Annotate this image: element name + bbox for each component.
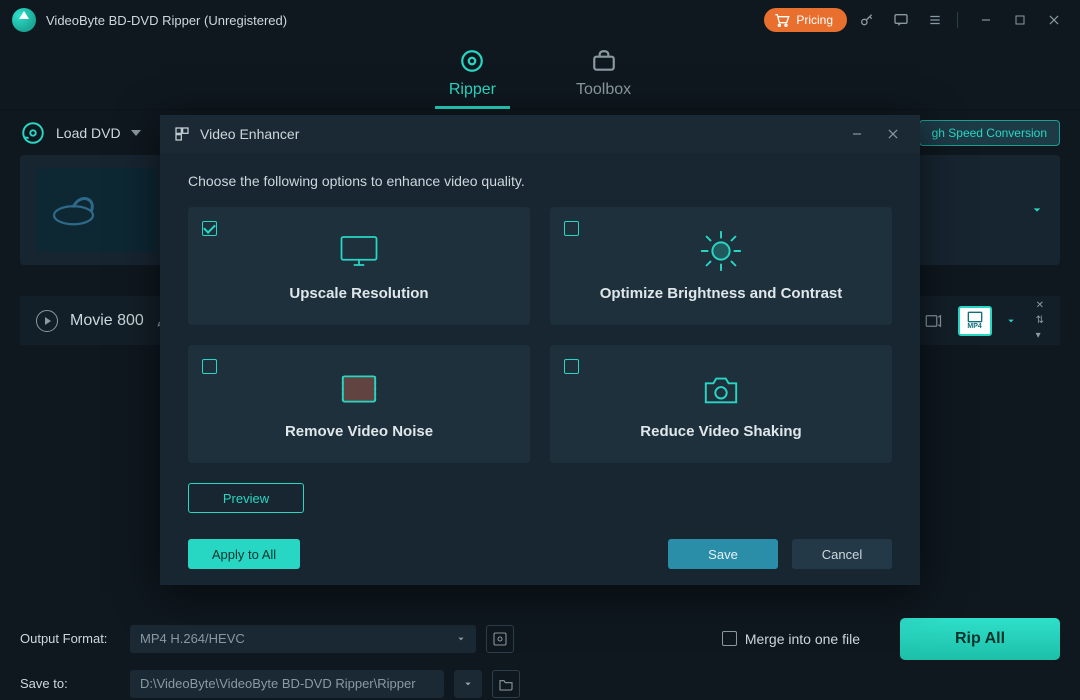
enhance-icon[interactable] <box>922 310 944 332</box>
filmstrip-icon <box>337 369 381 409</box>
card-label: Remove Video Noise <box>285 423 433 440</box>
cancel-button[interactable]: Cancel <box>792 539 892 569</box>
pricing-button[interactable]: Pricing <box>764 8 847 32</box>
toolbox-icon <box>590 47 618 75</box>
feedback-icon[interactable] <box>887 6 915 34</box>
source-dropdown-chevron[interactable] <box>1030 205 1044 215</box>
tab-toolbox-label: Toolbox <box>576 81 631 99</box>
format-chip[interactable]: MP4 <box>958 306 992 336</box>
chevron-down-icon <box>456 635 466 643</box>
load-dvd-label: Load DVD <box>56 125 121 141</box>
rip-all-button[interactable]: Rip All <box>900 618 1060 660</box>
cart-icon <box>774 13 790 27</box>
modal-minimize-button[interactable] <box>844 121 870 147</box>
save-button[interactable]: Save <box>668 539 778 569</box>
chevron-down-small-icon[interactable]: ▾ <box>1036 330 1044 341</box>
updown-icon[interactable]: ⇅ <box>1036 315 1044 326</box>
minimize-button[interactable] <box>972 6 1000 34</box>
modal-description: Choose the following options to enhance … <box>188 173 892 189</box>
open-folder-icon[interactable] <box>492 670 520 698</box>
dvd-icon <box>20 120 46 146</box>
modal-title: Video Enhancer <box>200 126 299 142</box>
high-speed-label: gh Speed Conversion <box>932 126 1047 140</box>
card-upscale-resolution[interactable]: Upscale Resolution <box>188 207 530 325</box>
output-settings-icon[interactable] <box>486 625 514 653</box>
card-label: Optimize Brightness and Contrast <box>600 285 843 302</box>
modal-close-button[interactable] <box>880 121 906 147</box>
output-format-select[interactable]: MP4 H.264/HEVC <box>130 625 476 653</box>
monitor-icon <box>338 231 380 271</box>
merge-checkbox[interactable]: Merge into one file <box>722 631 860 647</box>
load-dvd-button[interactable]: Load DVD <box>20 120 141 146</box>
pricing-label: Pricing <box>796 13 833 27</box>
titlebar: VideoByte BD-DVD Ripper (Unregistered) P… <box>0 0 1080 40</box>
bluray-thumbnail[interactable] <box>36 168 156 252</box>
card-reduce-shaking[interactable]: Reduce Video Shaking <box>550 345 892 463</box>
save-to-label: Save to: <box>20 676 120 691</box>
format-chip-label: MP4 <box>967 323 981 330</box>
tab-ripper[interactable]: Ripper <box>449 47 496 109</box>
save-to-dropdown[interactable] <box>454 670 482 698</box>
maximize-button[interactable] <box>1006 6 1034 34</box>
format-chevron-icon[interactable] <box>1006 317 1016 325</box>
bottom-bar: Output Format: MP4 H.264/HEVC Merge into… <box>0 615 1080 700</box>
enhance-options-grid: Upscale Resolution Optimize Brightness a… <box>188 207 892 463</box>
card-brightness-contrast[interactable]: Optimize Brightness and Contrast <box>550 207 892 325</box>
bluray-logo-icon <box>51 190 141 230</box>
save-to-path[interactable]: D:\VideoByte\VideoByte BD-DVD Ripper\Rip… <box>130 670 444 698</box>
main-tabs: Ripper Toolbox <box>0 40 1080 110</box>
video-enhancer-modal: Video Enhancer Choose the following opti… <box>160 115 920 585</box>
tab-toolbox[interactable]: Toolbox <box>576 47 631 109</box>
checkbox-icon <box>722 631 737 646</box>
modal-titlebar: Video Enhancer <box>160 115 920 153</box>
checkbox-icon <box>564 221 579 236</box>
close-small-icon[interactable]: ✕ <box>1036 300 1044 311</box>
output-format-value: MP4 H.264/HEVC <box>140 631 245 646</box>
preview-button[interactable]: Preview <box>188 483 304 513</box>
chevron-down-icon <box>131 130 141 136</box>
card-remove-noise[interactable]: Remove Video Noise <box>188 345 530 463</box>
tab-ripper-label: Ripper <box>449 81 496 99</box>
save-to-value: D:\VideoByte\VideoByte BD-DVD Ripper\Rip… <box>140 676 416 691</box>
merge-label: Merge into one file <box>745 631 860 647</box>
apply-to-all-button[interactable]: Apply to All <box>188 539 300 569</box>
output-format-label: Output Format: <box>20 631 120 646</box>
key-icon[interactable] <box>853 6 881 34</box>
camera-icon <box>698 369 744 409</box>
reorder-arrows[interactable]: ✕ ⇅ ▾ <box>1036 300 1044 341</box>
app-logo-icon <box>12 8 36 32</box>
separator <box>957 12 958 28</box>
enhancer-icon <box>174 126 190 142</box>
high-speed-conversion-button[interactable]: gh Speed Conversion <box>919 120 1060 146</box>
sun-icon <box>698 231 744 271</box>
card-label: Upscale Resolution <box>289 285 428 302</box>
close-button[interactable] <box>1040 6 1068 34</box>
menu-icon[interactable] <box>921 6 949 34</box>
checkbox-icon <box>564 359 579 374</box>
card-label: Reduce Video Shaking <box>640 423 801 440</box>
movie-name: Movie 800 <box>70 312 144 330</box>
app-title: VideoByte BD-DVD Ripper (Unregistered) <box>46 13 287 28</box>
checkbox-icon <box>202 221 217 236</box>
disc-icon <box>458 47 486 75</box>
play-icon[interactable] <box>36 310 58 332</box>
checkbox-icon <box>202 359 217 374</box>
